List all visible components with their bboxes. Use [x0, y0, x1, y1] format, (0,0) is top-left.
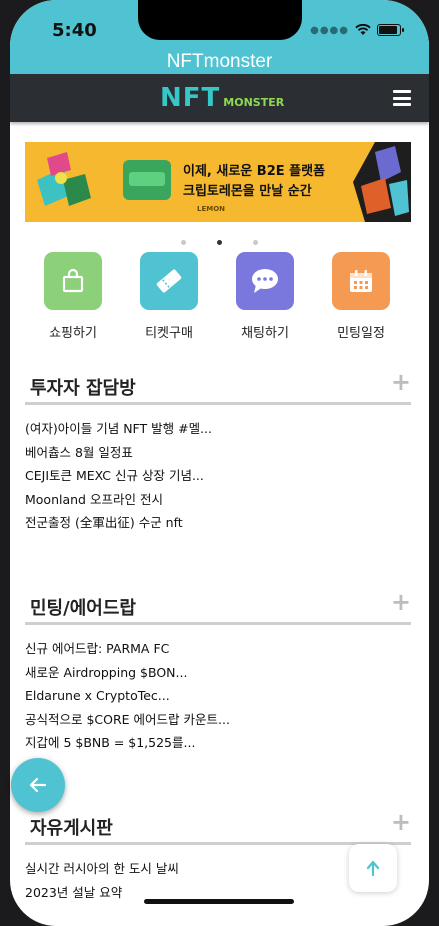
quick-menu-label: 티켓구매 — [145, 326, 193, 341]
wallet-icon — [123, 160, 171, 200]
list-item[interactable]: Eldarune x CryptoTec... — [25, 684, 411, 708]
list-item[interactable]: CEJI토큰 MEXC 신규 상장 기념... — [25, 464, 411, 488]
quick-menu-shopping[interactable]: 쇼핑하기 — [28, 252, 118, 341]
chat-bubble-icon — [236, 252, 294, 310]
list-item[interactable]: 지갑에 5 $BNB = $1,525를... — [25, 731, 411, 755]
back-button[interactable] — [11, 758, 65, 812]
list-item[interactable]: Moonland 오프라인 전시 — [25, 488, 411, 512]
arrow-up-icon — [366, 860, 380, 876]
nftmonster-logo[interactable]: NFT MONSTER — [160, 83, 285, 113]
wifi-icon — [355, 24, 371, 35]
scroll-to-top-button[interactable] — [349, 844, 397, 892]
status-icons: ●●●● — [310, 24, 404, 36]
notch — [138, 0, 302, 40]
section-minting-airdrop: 민팅/에어드랍 + 신규 에어드랍: PARMA FC 새로운 Airdropp… — [25, 588, 411, 755]
hamburger-menu-icon[interactable] — [393, 90, 411, 106]
signal-icon: ●●●● — [310, 24, 349, 36]
app-title: NFTmonster — [10, 50, 429, 74]
section-investor-chat: 투자자 잡담방 + (여자)아이들 기념 NFT 발행 #멜... 베어츕스 8… — [25, 368, 411, 535]
list-item[interactable]: 새로운 Airdropping $BON... — [25, 661, 411, 685]
banner-brand-logo: LEMON — [197, 205, 226, 213]
quick-menu-chat[interactable]: 채팅하기 — [220, 252, 310, 341]
banner-headline-2: 크립토레몬을 만날 순간 — [183, 184, 312, 199]
plus-icon[interactable]: + — [391, 588, 411, 616]
crystal-decoration-icon — [353, 142, 411, 222]
list-item[interactable]: 전군출정 (全軍出征) 수군 nft — [25, 511, 411, 535]
top-navbar: NFT MONSTER — [10, 74, 429, 122]
quick-menu-label: 민팅일정 — [337, 326, 385, 341]
device-frame: 5:40 ●●●● NFTmonster NFT MONSTER 이제, 새로운… — [0, 0, 439, 926]
phone-screen: 5:40 ●●●● NFTmonster NFT MONSTER 이제, 새로운… — [10, 0, 429, 926]
battery-icon — [377, 24, 404, 36]
list-item[interactable]: 베어츕스 8월 일정표 — [25, 441, 411, 465]
logo-main-text: NFT — [160, 83, 221, 113]
post-list: 신규 에어드랍: PARMA FC 새로운 Airdropping $BON..… — [25, 637, 411, 755]
arrow-left-icon — [29, 777, 47, 793]
logo-sub-text: MONSTER — [223, 96, 285, 109]
section-header: 자유게시판 + — [25, 808, 411, 845]
list-item[interactable]: 공식적으로 $CORE 에어드랍 카운트... — [25, 708, 411, 732]
section-title[interactable]: 투자자 잡담방 — [30, 374, 136, 400]
carousel-dot[interactable] — [253, 240, 259, 245]
quick-menu-label: 쇼핑하기 — [49, 326, 97, 341]
ticket-icon — [140, 252, 198, 310]
section-header: 투자자 잡담방 + — [25, 368, 411, 405]
quick-menu-label: 채팅하기 — [241, 326, 289, 341]
carousel-indicator — [10, 232, 429, 251]
quick-menu-ticket[interactable]: 티켓구매 — [124, 252, 214, 341]
status-time: 5:40 — [52, 20, 97, 41]
section-title[interactable]: 자유게시판 — [30, 814, 113, 840]
gift-box-decoration-icon — [37, 152, 91, 206]
carousel-dot[interactable] — [180, 240, 186, 245]
home-indicator[interactable] — [144, 899, 294, 904]
quick-menu-calendar[interactable]: 민팅일정 — [316, 252, 406, 341]
plus-icon[interactable]: + — [391, 808, 411, 836]
post-list: (여자)아이들 기념 NFT 발행 #멜... 베어츕스 8월 일정표 CEJI… — [25, 417, 411, 535]
list-item[interactable]: (여자)아이들 기념 NFT 발행 #멜... — [25, 417, 411, 441]
promo-banner[interactable]: 이제, 새로운 B2E 플랫폼 크립토레몬을 만날 순간 LEMON — [25, 142, 411, 222]
section-header: 민팅/에어드랍 + — [25, 588, 411, 625]
banner-headline-1: 이제, 새로운 B2E 플랫폼 — [183, 164, 326, 179]
list-item[interactable]: 신규 에어드랍: PARMA FC — [25, 637, 411, 661]
calendar-icon — [332, 252, 390, 310]
shopping-bag-icon — [44, 252, 102, 310]
plus-icon[interactable]: + — [391, 368, 411, 396]
status-bar: 5:40 ●●●● — [10, 0, 429, 50]
section-title[interactable]: 민팅/에어드랍 — [30, 594, 136, 620]
carousel-dot-active[interactable] — [217, 240, 222, 245]
